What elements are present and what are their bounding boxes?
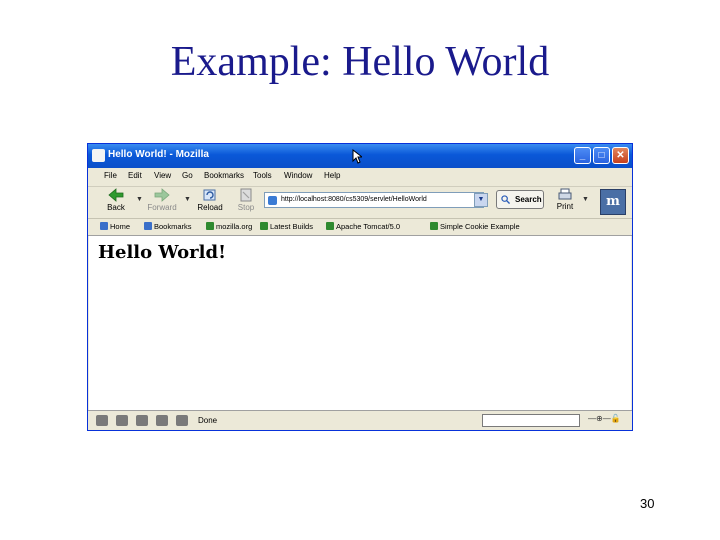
menu-help[interactable]: Help xyxy=(324,171,340,180)
page-content: Hello World! xyxy=(89,236,631,410)
forward-arrow-icon xyxy=(154,188,170,202)
progress-bar xyxy=(482,414,580,427)
menu-view[interactable]: View xyxy=(154,171,171,180)
search-button[interactable]: Search xyxy=(496,190,544,209)
close-button[interactable]: ✕ xyxy=(612,147,629,164)
mouse-cursor-icon xyxy=(352,149,362,164)
menu-window[interactable]: Window xyxy=(284,171,312,180)
browser-window: Hello World! - Mozilla _ □ ✕ File Edit V… xyxy=(87,143,633,431)
address-book-icon[interactable] xyxy=(176,415,188,426)
menu-bar: File Edit View Go Bookmarks Tools Window… xyxy=(88,168,632,187)
back-label: Back xyxy=(107,203,125,212)
mozilla-window-icon xyxy=(92,149,105,162)
bookmark-icon xyxy=(326,222,334,230)
stop-label: Stop xyxy=(237,203,255,212)
bookmarks-toolbar: Home Bookmarks mozilla.org Latest Builds… xyxy=(88,219,632,236)
minimize-button[interactable]: _ xyxy=(574,147,591,164)
reload-button[interactable]: Reload xyxy=(192,188,228,216)
reload-icon xyxy=(203,189,216,201)
back-dropdown-icon[interactable]: ▼ xyxy=(136,196,143,203)
search-icon xyxy=(501,195,510,204)
menu-file[interactable]: File xyxy=(104,171,117,180)
url-input[interactable]: http://localhost:8080/cs5309/servlet/Hel… xyxy=(264,192,484,208)
chat-icon[interactable] xyxy=(156,415,168,426)
forward-label: Forward xyxy=(147,203,177,212)
status-text: Done xyxy=(198,416,218,425)
mail-icon[interactable] xyxy=(116,415,128,426)
url-text: http://localhost:8080/cs5309/servlet/Hel… xyxy=(281,196,427,203)
url-dropdown-icon[interactable]: ▼ xyxy=(474,193,488,207)
page-heading: Hello World! xyxy=(98,242,226,263)
navigator-icon[interactable] xyxy=(96,415,108,426)
window-title: Hello World! - Mozilla xyxy=(108,149,209,160)
menu-edit[interactable]: Edit xyxy=(128,171,142,180)
slide-number: 30 xyxy=(640,496,655,511)
search-label: Search xyxy=(515,195,542,204)
print-button[interactable]: Print xyxy=(550,188,580,216)
menu-tools[interactable]: Tools xyxy=(253,171,272,180)
bookmarks-icon xyxy=(144,222,152,230)
bookmark-icon xyxy=(206,222,214,230)
stop-button[interactable]: Stop xyxy=(228,188,264,216)
reload-label: Reload xyxy=(197,203,223,212)
maximize-button[interactable]: □ xyxy=(593,147,610,164)
bookmark-mozilla-org[interactable]: mozilla.org xyxy=(206,222,252,231)
slide-title: Example: Hello World xyxy=(170,39,550,85)
bookmark-simple-cookie-example[interactable]: Simple Cookie Example xyxy=(430,222,520,231)
print-dropdown-icon[interactable]: ▼ xyxy=(582,196,589,203)
bookmark-apache-tomcat[interactable]: Apache Tomcat/5.0 xyxy=(326,222,400,231)
forward-dropdown-icon[interactable]: ▼ xyxy=(184,196,191,203)
bookmark-bookmarks[interactable]: Bookmarks xyxy=(144,222,192,231)
bookmark-icon xyxy=(430,222,438,230)
menu-bookmarks[interactable]: Bookmarks xyxy=(204,171,244,180)
menu-go[interactable]: Go xyxy=(182,171,193,180)
back-button[interactable]: Back xyxy=(98,188,134,216)
status-bar: Done —⊕—🔓 xyxy=(88,410,632,431)
security-lock-icon: —⊕—🔓 xyxy=(588,414,621,423)
bookmark-icon xyxy=(260,222,268,230)
mozilla-logo-icon[interactable]: m xyxy=(600,189,626,215)
page-favicon-icon xyxy=(268,196,277,205)
forward-button[interactable]: Forward xyxy=(144,188,180,216)
stop-icon xyxy=(240,188,252,202)
back-arrow-icon xyxy=(108,188,124,202)
bookmark-home[interactable]: Home xyxy=(100,222,130,231)
bookmark-latest-builds[interactable]: Latest Builds xyxy=(260,222,313,231)
navigation-toolbar: Back ▼ Forward ▼ Reload Stop http://loca… xyxy=(88,186,632,219)
printer-icon xyxy=(558,188,572,200)
print-label: Print xyxy=(556,202,574,211)
composer-icon[interactable] xyxy=(136,415,148,426)
home-icon xyxy=(100,222,108,230)
